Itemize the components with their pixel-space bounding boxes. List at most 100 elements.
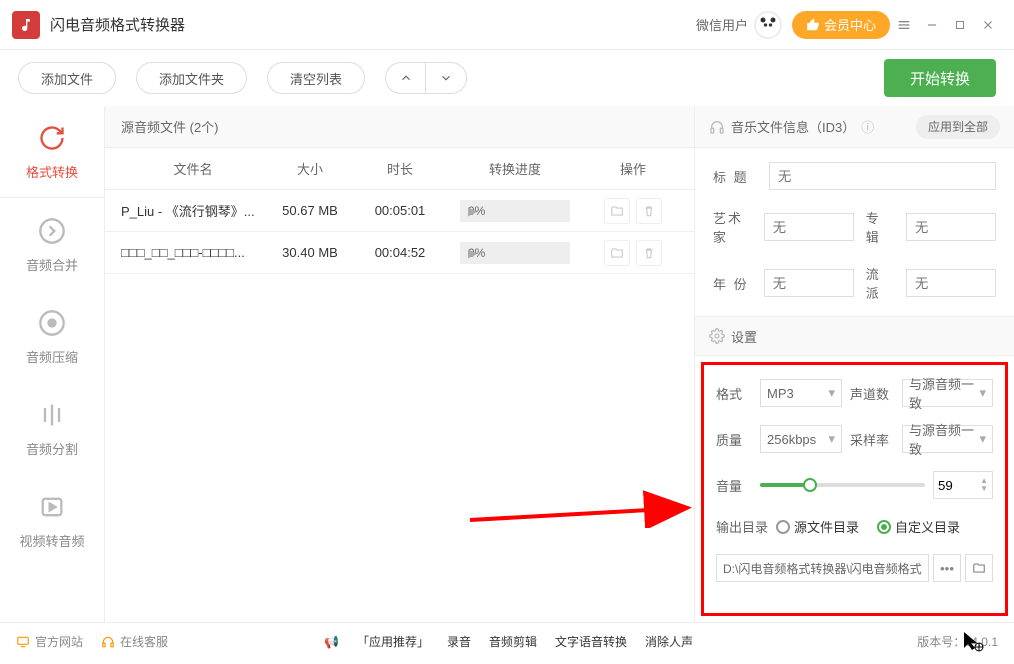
- sidebar-item-format-convert[interactable]: 格式转换: [0, 106, 104, 198]
- file-name: □□□_□□_□□□-□□□□...: [105, 245, 265, 260]
- spin-down[interactable]: ▼: [980, 485, 988, 493]
- format-select[interactable]: MP3▾: [760, 379, 842, 407]
- open-output-folder-button[interactable]: [965, 554, 993, 582]
- add-folder-button[interactable]: 添加文件夹: [136, 62, 247, 94]
- sample-label: 采样率: [850, 430, 894, 449]
- col-size: 大小: [265, 159, 355, 178]
- info-icon[interactable]: ⓘ: [861, 117, 874, 136]
- titlebar: 闪电音频格式转换器 微信用户 会员中心: [0, 0, 1014, 50]
- genre-label: 流派: [866, 264, 894, 302]
- radio-custom-dir[interactable]: 自定义目录: [877, 517, 960, 536]
- trash-icon: [642, 246, 656, 260]
- sidebar: 格式转换 音频合并 音频压缩 音频分割 视频转音频: [0, 106, 105, 622]
- genre-input[interactable]: [906, 269, 996, 297]
- radio-source-dir[interactable]: 源文件目录: [776, 517, 859, 536]
- trash-icon: [642, 204, 656, 218]
- video-icon: [36, 491, 68, 523]
- artist-label: 艺术家: [713, 208, 752, 246]
- rec-link[interactable]: 消除人声: [645, 633, 693, 650]
- file-size: 50.67 MB: [265, 203, 355, 218]
- table-row[interactable]: □□□_□□_□□□-□□□□... 30.40 MB 00:04:52 0%▶: [105, 232, 694, 274]
- rec-link[interactable]: 录音: [447, 633, 471, 650]
- source-files-header: 源音频文件 (2个): [105, 106, 694, 148]
- maximize-icon: [954, 19, 966, 31]
- split-icon: [36, 399, 68, 431]
- quality-label: 质量: [716, 430, 752, 449]
- minimize-button[interactable]: [918, 11, 946, 39]
- apply-all-button[interactable]: 应用到全部: [916, 115, 1000, 139]
- open-folder-button[interactable]: [604, 198, 630, 224]
- sidebar-item-audio-compress[interactable]: 音频压缩: [0, 290, 104, 382]
- close-icon: [981, 18, 995, 32]
- delete-button[interactable]: [636, 240, 662, 266]
- volume-spinner[interactable]: ▲▼: [933, 471, 993, 499]
- file-duration: 00:05:01: [355, 203, 445, 218]
- table-row[interactable]: P_Liu - 《流行钢琴》... 50.67 MB 00:05:01 0%▶: [105, 190, 694, 232]
- channels-label: 声道数: [850, 384, 894, 403]
- artist-input[interactable]: [764, 213, 854, 241]
- app-recommend-label: 「应用推荐」: [357, 633, 429, 650]
- monitor-icon: [16, 635, 30, 649]
- rec-link[interactable]: 文字语音转换: [555, 633, 627, 650]
- version-label: 版本号：v4.0.1: [917, 633, 998, 650]
- cursor-icon: [964, 632, 984, 652]
- slider-thumb[interactable]: [803, 478, 817, 492]
- music-note-icon: [18, 17, 34, 33]
- merge-icon: [36, 215, 68, 247]
- close-button[interactable]: [974, 11, 1002, 39]
- start-convert-button[interactable]: 开始转换: [884, 59, 996, 97]
- format-label: 格式: [716, 384, 752, 403]
- delete-button[interactable]: [636, 198, 662, 224]
- app-title: 闪电音频格式转换器: [50, 14, 185, 35]
- col-filename: 文件名: [105, 159, 265, 178]
- right-panel: 音乐文件信息（ID3） ⓘ 应用到全部 标 题 艺术家 专辑 年 份 流派: [694, 106, 1014, 622]
- output-dir-label: 输出目录: [716, 517, 768, 536]
- move-down-button[interactable]: [426, 63, 466, 93]
- settings-panel: 格式 MP3▾ 声道数 与源音频一致▾ 质量 256kbps▾ 采样率 与源音频…: [701, 362, 1008, 616]
- file-size: 30.40 MB: [265, 245, 355, 260]
- official-site-link[interactable]: 官方网站: [16, 633, 83, 650]
- quality-select[interactable]: 256kbps▾: [760, 425, 842, 453]
- sidebar-item-audio-merge[interactable]: 音频合并: [0, 198, 104, 290]
- clear-list-button[interactable]: 清空列表: [267, 62, 365, 94]
- progress-bar: 0%▶: [460, 242, 570, 264]
- volume-input[interactable]: [938, 478, 972, 493]
- add-file-button[interactable]: 添加文件: [18, 62, 116, 94]
- app-logo: [12, 11, 40, 39]
- output-path-input[interactable]: [716, 554, 929, 582]
- progress-bar: 0%▶: [460, 200, 570, 222]
- sidebar-item-audio-split[interactable]: 音频分割: [0, 382, 104, 474]
- online-support-link[interactable]: 在线客服: [101, 633, 168, 650]
- play-icon[interactable]: ▶: [468, 204, 564, 218]
- table-header: 文件名 大小 时长 转换进度 操作: [105, 148, 694, 190]
- sidebar-item-video-to-audio[interactable]: 视频转音频: [0, 474, 104, 566]
- rec-link[interactable]: 音频剪辑: [489, 633, 537, 650]
- album-input[interactable]: [906, 213, 996, 241]
- col-duration: 时长: [355, 159, 445, 178]
- avatar[interactable]: [754, 11, 782, 39]
- maximize-button[interactable]: [946, 11, 974, 39]
- vip-center-button[interactable]: 会员中心: [792, 11, 890, 39]
- refresh-icon: [36, 122, 68, 154]
- wechat-user-label: 微信用户: [696, 15, 748, 34]
- channels-select[interactable]: 与源音频一致▾: [902, 379, 993, 407]
- sample-rate-select[interactable]: 与源音频一致▾: [902, 425, 993, 453]
- menu-button[interactable]: [890, 11, 918, 39]
- move-up-button[interactable]: [386, 63, 426, 93]
- file-name: P_Liu - 《流行钢琴》...: [105, 201, 265, 220]
- title-input[interactable]: [769, 162, 996, 190]
- open-folder-button[interactable]: [604, 240, 630, 266]
- browse-button[interactable]: •••: [933, 554, 961, 582]
- year-input[interactable]: [764, 269, 854, 297]
- move-buttons: [385, 62, 467, 94]
- volume-slider[interactable]: [760, 483, 925, 487]
- play-icon[interactable]: ▶: [468, 246, 564, 260]
- volume-label: 音量: [716, 476, 752, 495]
- headset-icon: [101, 635, 115, 649]
- compress-icon: [36, 307, 68, 339]
- folder-icon: [610, 204, 624, 218]
- file-duration: 00:04:52: [355, 245, 445, 260]
- headphones-icon: [709, 119, 725, 135]
- minimize-icon: [925, 18, 939, 32]
- folder-icon: [610, 246, 624, 260]
